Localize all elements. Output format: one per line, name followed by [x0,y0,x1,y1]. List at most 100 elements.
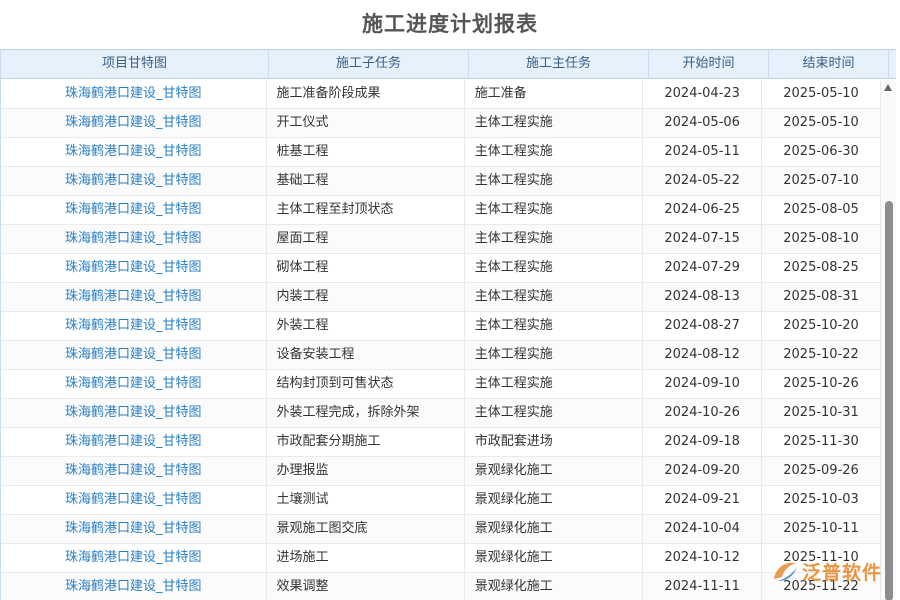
maintask-cell: 主体工程实施 [465,341,643,369]
table-row[interactable]: 珠海鹤港口建设_甘特图进场施工景观绿化施工2024-10-122025-11-1… [1,544,881,573]
gantt-link[interactable]: 珠海鹤港口建设_甘特图 [1,573,267,600]
table-row[interactable]: 珠海鹤港口建设_甘特图土壤测试景观绿化施工2024-09-212025-10-0… [1,486,881,515]
start-date-cell: 2024-05-22 [643,167,762,195]
maintask-cell: 主体工程实施 [465,138,643,166]
table-row[interactable]: 珠海鹤港口建设_甘特图施工准备阶段成果施工准备2024-04-232025-05… [1,80,881,109]
maintask-cell: 景观绿化施工 [465,544,643,572]
column-header-subtask[interactable]: 施工子任务 [269,50,469,79]
start-date-cell: 2024-06-25 [643,196,762,224]
gantt-link[interactable]: 珠海鹤港口建设_甘特图 [1,515,267,543]
gantt-link[interactable]: 珠海鹤港口建设_甘特图 [1,399,267,427]
table-row[interactable]: 珠海鹤港口建设_甘特图结构封顶到可售状态主体工程实施2024-09-102025… [1,370,881,399]
start-date-cell: 2024-11-11 [643,573,762,600]
gantt-link[interactable]: 珠海鹤港口建设_甘特图 [1,544,267,572]
start-date-cell: 2024-09-10 [643,370,762,398]
table-row[interactable]: 珠海鹤港口建设_甘特图景观施工图交底景观绿化施工2024-10-042025-1… [1,515,881,544]
start-date-cell: 2024-09-21 [643,486,762,514]
table-row[interactable]: 珠海鹤港口建设_甘特图办理报监景观绿化施工2024-09-202025-09-2… [1,457,881,486]
table-row[interactable]: 珠海鹤港口建设_甘特图主体工程至封顶状态主体工程实施2024-06-252025… [1,196,881,225]
gantt-link[interactable]: 珠海鹤港口建设_甘特图 [1,225,267,253]
maintask-cell: 主体工程实施 [465,283,643,311]
maintask-cell: 主体工程实施 [465,167,643,195]
end-date-cell: 2025-10-22 [762,341,881,369]
subtask-cell: 土壤测试 [267,486,465,514]
start-date-cell: 2024-05-06 [643,109,762,137]
table-row[interactable]: 珠海鹤港口建设_甘特图外装工程主体工程实施2024-08-272025-10-2… [1,312,881,341]
subtask-cell: 进场施工 [267,544,465,572]
table-row[interactable]: 珠海鹤港口建设_甘特图设备安装工程主体工程实施2024-08-122025-10… [1,341,881,370]
gantt-link[interactable]: 珠海鹤港口建设_甘特图 [1,370,267,398]
table-row[interactable]: 珠海鹤港口建设_甘特图效果调整景观绿化施工2024-11-112025-11-2… [1,573,881,600]
maintask-cell: 主体工程实施 [465,312,643,340]
gantt-link[interactable]: 珠海鹤港口建设_甘特图 [1,109,267,137]
column-header-start[interactable]: 开始时间 [649,50,769,79]
end-date-cell: 2025-11-30 [762,428,881,456]
start-date-cell: 2024-09-20 [643,457,762,485]
subtask-cell: 开工仪式 [267,109,465,137]
start-date-cell: 2024-08-27 [643,312,762,340]
subtask-cell: 外装工程 [267,312,465,340]
table-body: 珠海鹤港口建设_甘特图施工准备阶段成果施工准备2024-04-232025-05… [1,80,881,600]
scroll-up-arrow-icon[interactable] [884,84,892,91]
maintask-cell: 主体工程实施 [465,370,643,398]
maintask-cell: 主体工程实施 [465,399,643,427]
end-date-cell: 2025-06-30 [762,138,881,166]
start-date-cell: 2024-09-18 [643,428,762,456]
start-date-cell: 2024-07-15 [643,225,762,253]
vertical-scrollbar[interactable] [881,80,896,600]
table-row[interactable]: 珠海鹤港口建设_甘特图内装工程主体工程实施2024-08-132025-08-3… [1,283,881,312]
subtask-cell: 内装工程 [267,283,465,311]
maintask-cell: 景观绿化施工 [465,573,643,600]
table-row[interactable]: 珠海鹤港口建设_甘特图市政配套分期施工市政配套进场2024-09-182025-… [1,428,881,457]
gantt-link[interactable]: 珠海鹤港口建设_甘特图 [1,254,267,282]
subtask-cell: 外装工程完成，拆除外架 [267,399,465,427]
column-header-gantt[interactable]: 项目甘特图 [1,50,269,79]
subtask-cell: 基础工程 [267,167,465,195]
gantt-link[interactable]: 珠海鹤港口建设_甘特图 [1,283,267,311]
gantt-link[interactable]: 珠海鹤港口建设_甘特图 [1,428,267,456]
end-date-cell: 2025-05-10 [762,80,881,108]
end-date-cell: 2025-07-10 [762,167,881,195]
table-row[interactable]: 珠海鹤港口建设_甘特图屋面工程主体工程实施2024-07-152025-08-1… [1,225,881,254]
table-row[interactable]: 珠海鹤港口建设_甘特图砌体工程主体工程实施2024-07-292025-08-2… [1,254,881,283]
maintask-cell: 市政配套进场 [465,428,643,456]
end-date-cell: 2025-08-10 [762,225,881,253]
scrollbar-thumb[interactable] [885,201,893,600]
column-header-maintask[interactable]: 施工主任务 [469,50,649,79]
end-date-cell: 2025-08-05 [762,196,881,224]
subtask-cell: 结构封顶到可售状态 [267,370,465,398]
column-header-end[interactable]: 结束时间 [769,50,889,79]
gantt-link[interactable]: 珠海鹤港口建设_甘特图 [1,341,267,369]
subtask-cell: 景观施工图交底 [267,515,465,543]
subtask-cell: 设备安装工程 [267,341,465,369]
end-date-cell: 2025-10-20 [762,312,881,340]
gantt-link[interactable]: 珠海鹤港口建设_甘特图 [1,80,267,108]
gantt-link[interactable]: 珠海鹤港口建设_甘特图 [1,457,267,485]
gantt-link[interactable]: 珠海鹤港口建设_甘特图 [1,312,267,340]
table-row[interactable]: 珠海鹤港口建设_甘特图桩基工程主体工程实施2024-05-112025-06-3… [1,138,881,167]
maintask-cell: 景观绿化施工 [465,457,643,485]
table-row[interactable]: 珠海鹤港口建设_甘特图开工仪式主体工程实施2024-05-062025-05-1… [1,109,881,138]
maintask-cell: 景观绿化施工 [465,486,643,514]
gantt-link[interactable]: 珠海鹤港口建设_甘特图 [1,486,267,514]
start-date-cell: 2024-10-04 [643,515,762,543]
end-date-cell: 2025-09-26 [762,457,881,485]
gantt-link[interactable]: 珠海鹤港口建设_甘特图 [1,196,267,224]
end-date-cell: 2025-10-03 [762,486,881,514]
end-date-cell: 2025-10-31 [762,399,881,427]
maintask-cell: 施工准备 [465,80,643,108]
watermark-text: 泛普软件 [802,558,882,585]
maintask-cell: 主体工程实施 [465,254,643,282]
maintask-cell: 主体工程实施 [465,109,643,137]
gantt-link[interactable]: 珠海鹤港口建设_甘特图 [1,167,267,195]
table-row[interactable]: 珠海鹤港口建设_甘特图基础工程主体工程实施2024-05-222025-07-1… [1,167,881,196]
subtask-cell: 市政配套分期施工 [267,428,465,456]
page-title: 施工进度计划报表 [0,8,900,40]
header-spacer [889,50,896,79]
gantt-link[interactable]: 珠海鹤港口建设_甘特图 [1,138,267,166]
start-date-cell: 2024-08-12 [643,341,762,369]
end-date-cell: 2025-08-31 [762,283,881,311]
table-row[interactable]: 珠海鹤港口建设_甘特图外装工程完成，拆除外架主体工程实施2024-10-2620… [1,399,881,428]
start-date-cell: 2024-10-26 [643,399,762,427]
maintask-cell: 主体工程实施 [465,225,643,253]
